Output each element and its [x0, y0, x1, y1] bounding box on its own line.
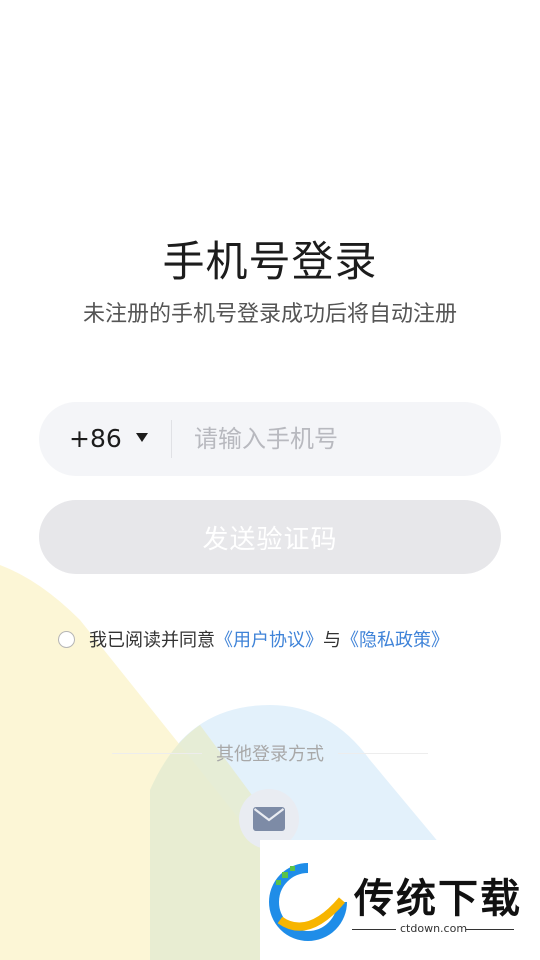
mail-icon — [253, 807, 285, 831]
phone-input-row: +86 — [39, 402, 501, 476]
caret-down-icon — [135, 433, 148, 442]
divider-line-left — [112, 752, 202, 754]
watermark-line-left — [352, 929, 396, 930]
send-code-button[interactable]: 发送验证码 — [39, 500, 501, 574]
input-divider — [171, 420, 172, 458]
page-subtitle: 未注册的手机号登录成功后将自动注册 — [82, 302, 457, 327]
country-code-label: +86 — [69, 424, 122, 453]
country-code-selector[interactable]: +86 — [69, 424, 148, 453]
other-login-header: 其他登录方式 — [0, 740, 540, 766]
watermark-brand: 传统下载 — [354, 876, 522, 922]
divider-line-right — [338, 752, 428, 754]
other-login-label: 其他登录方式 — [216, 744, 324, 765]
watermark: 传统下载 ctdown.com — [260, 840, 540, 960]
brand-logo-icon — [269, 863, 347, 941]
phone-number-input[interactable] — [194, 416, 474, 462]
page-title: 手机号登录 — [162, 237, 378, 286]
privacy-policy-link[interactable]: 《隐私政策》 — [341, 626, 449, 652]
watermark-line-right — [466, 929, 514, 930]
agreement-prefix: 我已阅读并同意 — [89, 630, 215, 651]
agreement-radio[interactable] — [58, 630, 75, 648]
agreement-row: 我已阅读并同意 《用户协议》 与 《隐私政策》 — [58, 626, 449, 652]
user-agreement-link[interactable]: 《用户协议》 — [215, 626, 323, 652]
agreement-conjunction: 与 — [323, 630, 341, 651]
watermark-url: ctdown.com — [400, 922, 468, 935]
